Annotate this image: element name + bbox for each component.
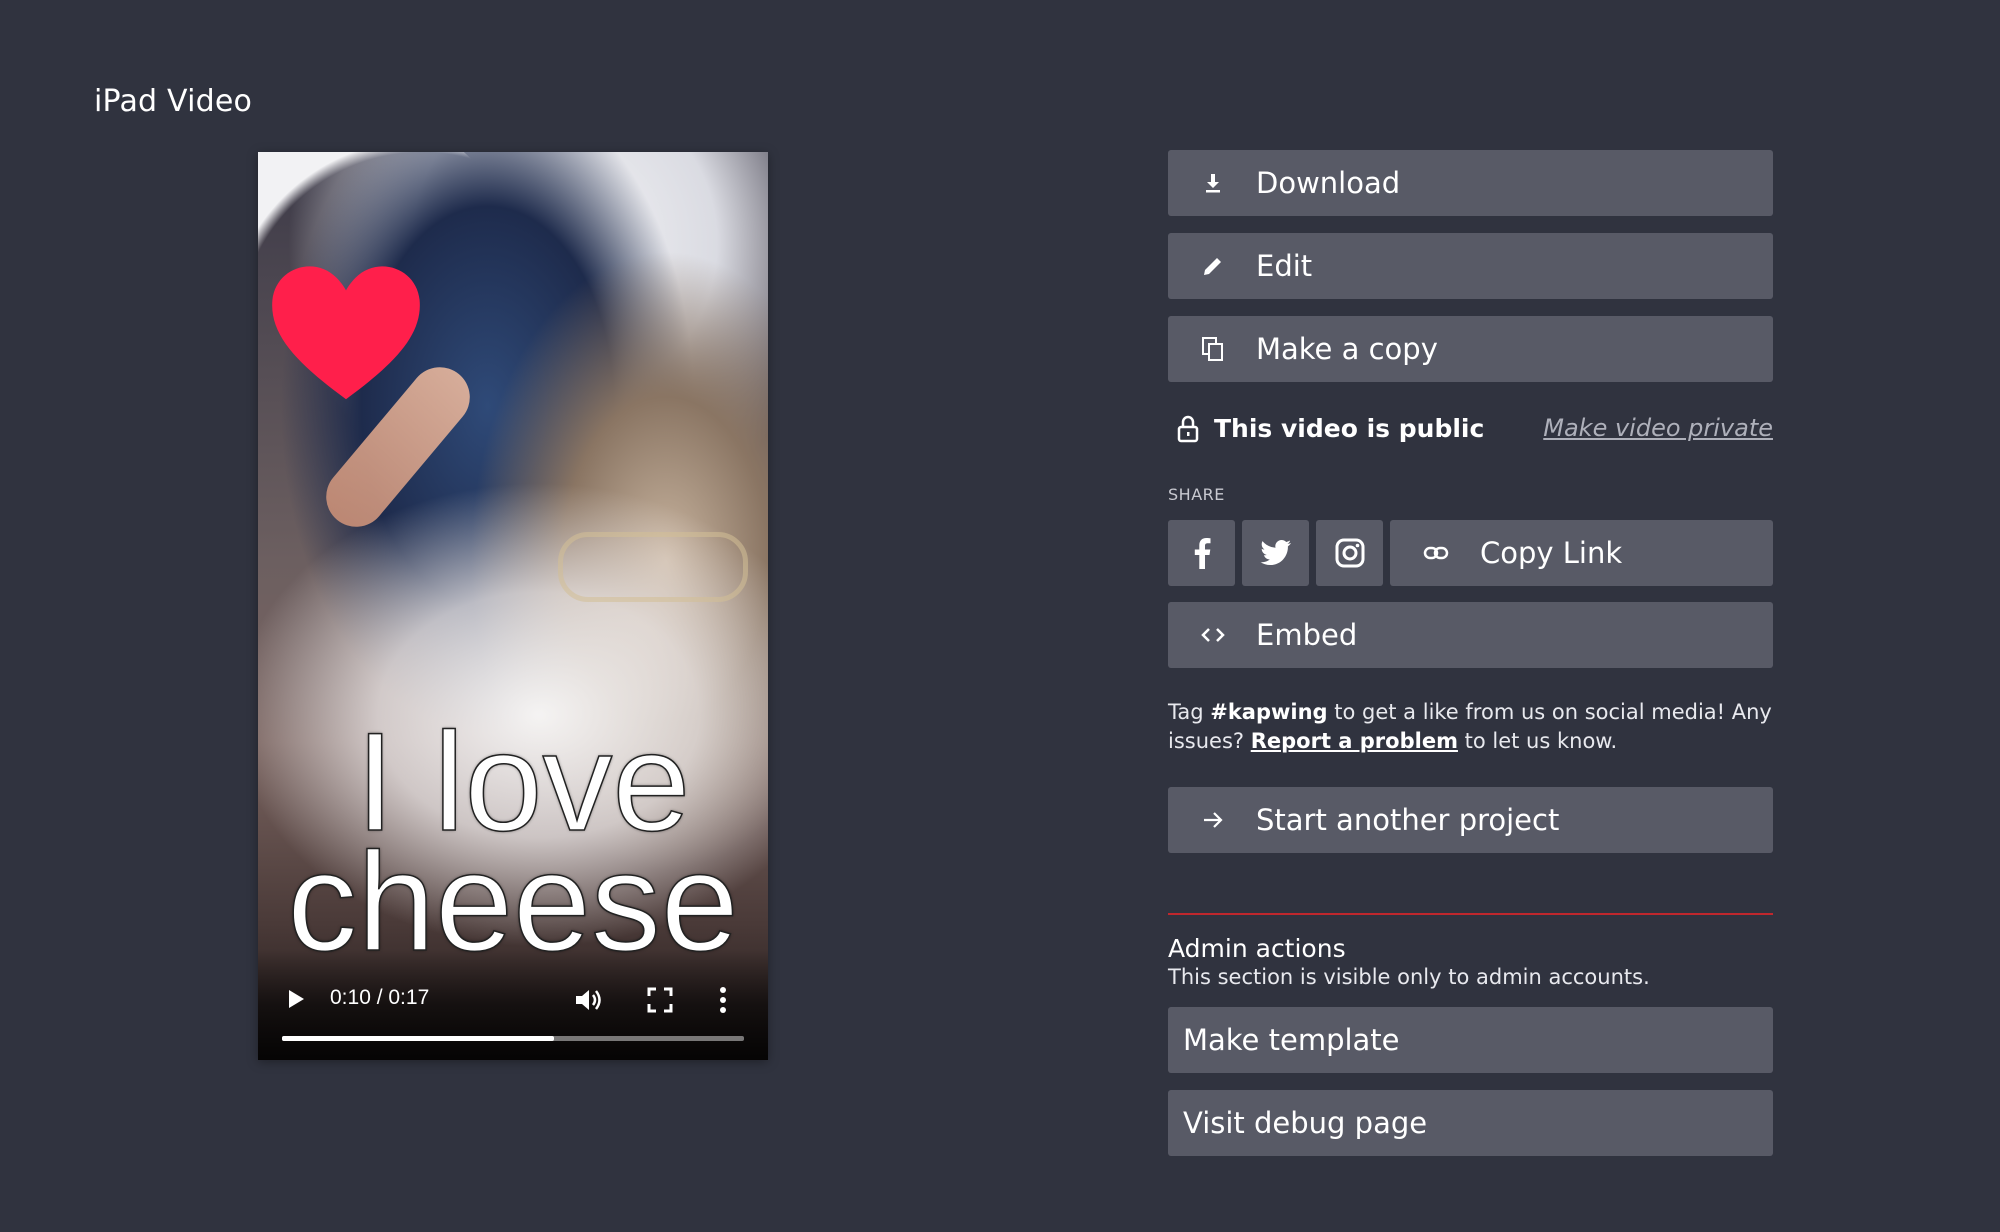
admin-divider [1168, 913, 1773, 915]
start-another-project-button[interactable]: Start another project [1168, 787, 1773, 853]
start-another-project-label: Start another project [1256, 803, 1560, 837]
video-player[interactable]: I love cheese 0:10 / 0:17 [258, 152, 768, 1060]
link-icon [1422, 539, 1450, 567]
embed-label: Embed [1256, 618, 1358, 652]
visibility-row: This video is public Make video private [1168, 412, 1773, 446]
tag-suffix: to let us know. [1457, 729, 1618, 753]
twitter-icon [1260, 540, 1291, 565]
page-title: iPad Video [94, 84, 253, 119]
download-icon [1198, 168, 1228, 198]
make-private-link[interactable]: Make video private [1543, 414, 1773, 442]
admin-title: Admin actions [1168, 934, 1346, 963]
copy-icon [1198, 334, 1228, 364]
tag-hashtag: #kapwing [1210, 700, 1328, 724]
make-copy-button[interactable]: Make a copy [1168, 316, 1773, 382]
copy-link-label: Copy Link [1480, 536, 1623, 570]
facebook-share-button[interactable] [1168, 520, 1235, 586]
share-heading: SHARE [1168, 485, 1225, 504]
make-template-button[interactable]: Make template [1168, 1007, 1773, 1073]
play-icon[interactable] [284, 987, 308, 1011]
pencil-icon [1198, 251, 1228, 281]
tag-message: Tag #kapwing to get a like from us on so… [1168, 698, 1773, 756]
report-problem-link[interactable]: Report a problem [1251, 729, 1458, 753]
video-scene-glasses [558, 532, 748, 602]
tag-prefix: Tag [1168, 700, 1211, 724]
arrow-right-icon [1198, 805, 1228, 835]
heart-icon [272, 266, 420, 400]
visibility-status: This video is public [1214, 414, 1485, 443]
copy-link-button[interactable]: Copy Link [1390, 520, 1773, 586]
edit-label: Edit [1256, 249, 1313, 283]
twitter-share-button[interactable] [1242, 520, 1309, 586]
make-copy-label: Make a copy [1256, 332, 1438, 366]
admin-subtitle: This section is visible only to admin ac… [1168, 965, 1650, 989]
video-progress-fill [282, 1036, 554, 1041]
make-template-label: Make template [1183, 1023, 1400, 1057]
fullscreen-icon[interactable] [646, 986, 674, 1014]
embed-button[interactable]: Embed [1168, 602, 1773, 668]
visit-debug-page-label: Visit debug page [1183, 1106, 1428, 1140]
code-icon [1198, 620, 1228, 650]
instagram-share-button[interactable] [1316, 520, 1383, 586]
download-label: Download [1256, 166, 1401, 200]
video-time: 0:10 / 0:17 [330, 986, 430, 1009]
visit-debug-page-button[interactable]: Visit debug page [1168, 1090, 1773, 1156]
facebook-icon [1194, 538, 1210, 569]
video-controls: 0:10 / 0:17 [258, 950, 768, 1060]
lock-icon [1177, 415, 1199, 443]
edit-button[interactable]: Edit [1168, 233, 1773, 299]
more-options-icon[interactable] [718, 986, 728, 1014]
video-progress-bar[interactable] [282, 1036, 744, 1041]
instagram-icon [1335, 538, 1364, 568]
download-button[interactable]: Download [1168, 150, 1773, 216]
volume-icon[interactable] [572, 985, 602, 1015]
